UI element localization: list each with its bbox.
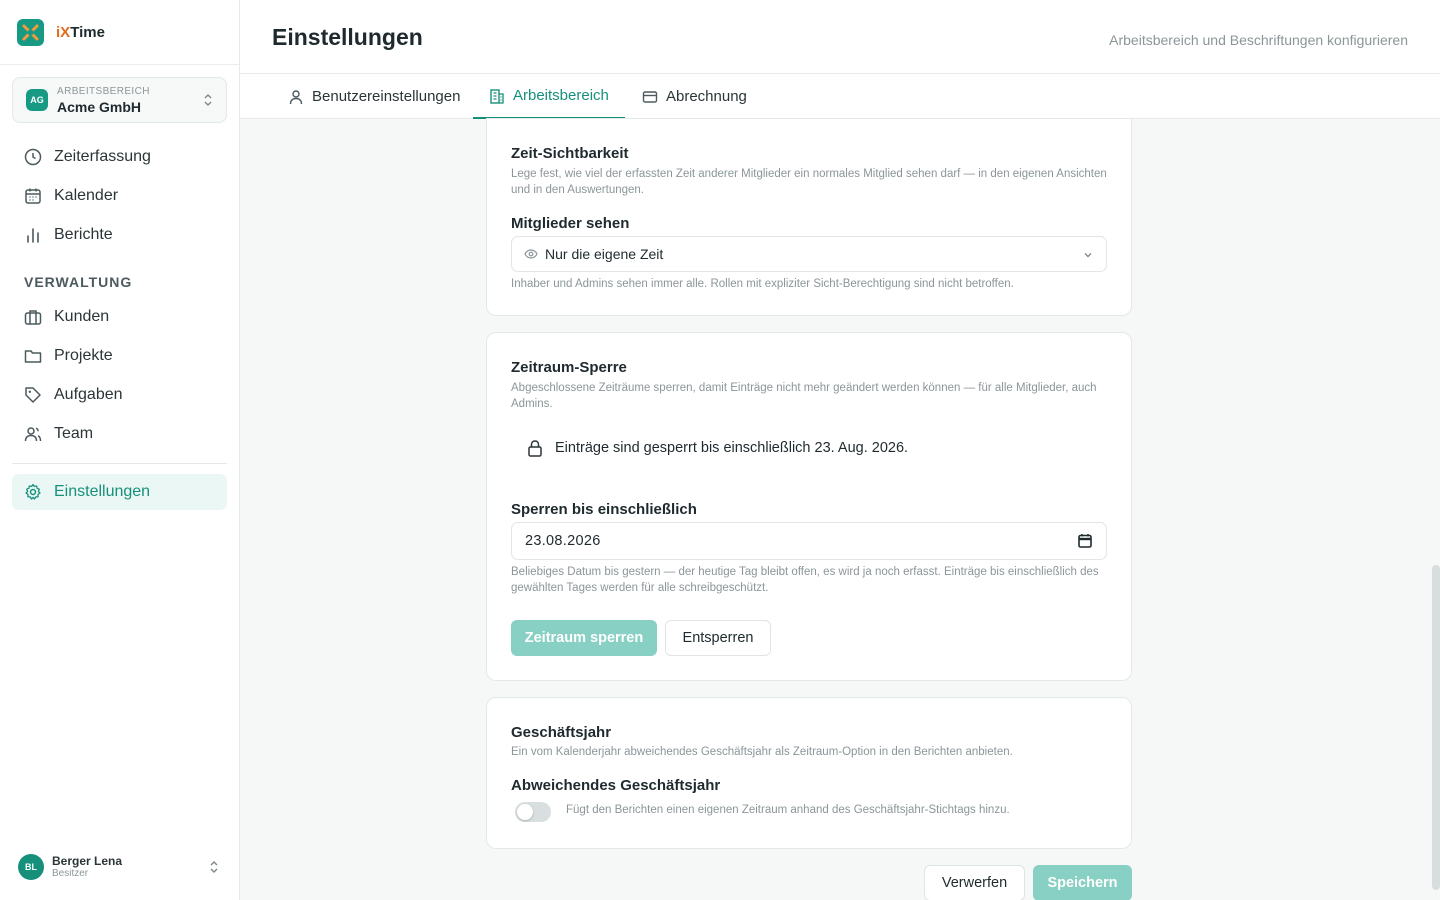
sidebar-item-kunden[interactable]: Kunden xyxy=(12,299,227,335)
sidebar-item-berichte[interactable]: Berichte xyxy=(12,217,227,253)
tab-label: Arbeitsbereich xyxy=(513,87,609,104)
sidebar-item-kalender[interactable]: Kalender xyxy=(12,178,227,214)
user-icon xyxy=(288,89,304,105)
fiscal-year-card: Geschäftsjahr Ein vom Kalenderjahr abwei… xyxy=(486,697,1132,849)
fiscal-toggle-label: Fügt den Berichten einen eigenen Zeitrau… xyxy=(566,804,1010,816)
settings-tabs: Benutzereinstellungen Arbeitsbereich Abr… xyxy=(240,74,1440,119)
building-icon xyxy=(489,88,505,104)
bar-chart-icon xyxy=(24,226,42,244)
tab-abrechnung[interactable]: Abrechnung xyxy=(626,74,763,119)
sidebar-item-team[interactable]: Team xyxy=(12,416,227,452)
visibility-card: Zeit-Sichtbarkeit Lege fest, wie viel de… xyxy=(486,118,1132,316)
lock-card: Zeitraum-Sperre Abgeschlossene Zeiträume… xyxy=(486,332,1132,681)
sidebar-item-projekte[interactable]: Projekte xyxy=(12,338,227,374)
nav-section-heading: VERWALTUNG xyxy=(24,274,133,290)
page-subtitle: Arbeitsbereich und Beschriftungen konfig… xyxy=(1109,32,1408,48)
calendar-icon xyxy=(24,187,42,205)
clock-icon xyxy=(24,148,42,166)
tab-label: Benutzereinstellungen xyxy=(312,88,461,105)
sidebar-item-label: Team xyxy=(54,425,94,442)
chevron-down-icon xyxy=(1082,248,1094,264)
visibility-hint: Inhaber und Admins sehen immer alle. Rol… xyxy=(511,278,1014,290)
workspace-label: ARBEITSBEREICH xyxy=(57,85,150,97)
scrollbar[interactable] xyxy=(1432,565,1440,890)
tab-arbeitsbereich[interactable]: Arbeitsbereich xyxy=(473,74,625,119)
tag-icon xyxy=(24,386,42,404)
workspace-switcher[interactable]: AG ARBEITSBEREICH Acme GmbH xyxy=(12,77,227,123)
lock-period-button[interactable]: Zeitraum sperren xyxy=(511,620,657,656)
tab-label: Abrechnung xyxy=(666,88,747,105)
visibility-description: Lege fest, wie viel der erfassten Zeit a… xyxy=(511,168,1107,196)
sidebar-item-label: Zeiterfassung xyxy=(54,148,151,165)
workspace-badge: AG xyxy=(26,89,48,111)
discard-button[interactable]: Verwerfen xyxy=(924,865,1025,900)
brand-name: iXTime xyxy=(56,23,105,41)
chevron-up-down-icon xyxy=(208,860,220,879)
lock-description: Abgeschlossene Zeiträume sperren, damit … xyxy=(511,382,1097,410)
nav-divider xyxy=(12,463,227,464)
fiscal-description: Ein vom Kalenderjahr abweichendes Geschä… xyxy=(511,746,1013,758)
lock-date-input[interactable]: 23.08.2026 xyxy=(511,522,1107,560)
lock-status-text: Einträge sind gesperrt bis einschließlic… xyxy=(555,440,909,456)
sidebar-item-label: Einstellungen xyxy=(54,483,151,500)
user-name: Berger Lena xyxy=(52,853,123,868)
sidebar-item-label: Projekte xyxy=(54,347,113,364)
briefcase-icon xyxy=(24,308,42,326)
page-title: Einstellungen xyxy=(272,24,423,50)
sidebar-item-label: Berichte xyxy=(54,226,113,243)
avatar: BL xyxy=(18,854,44,880)
lock-status: Einträge sind gesperrt bis einschließlic… xyxy=(527,439,908,457)
brand[interactable]: iXTime xyxy=(0,0,239,65)
tab-benutzereinstellungen[interactable]: Benutzereinstellungen xyxy=(272,74,476,119)
workspace-name: Acme GmbH xyxy=(57,98,142,115)
sidebar-item-label: Kalender xyxy=(54,187,119,204)
visibility-select-value: Nur die eigene Zeit xyxy=(545,246,664,262)
gear-icon xyxy=(24,483,42,501)
lock-field-label: Sperren bis einschließlich xyxy=(511,501,697,518)
sidebar-item-label: Aufgaben xyxy=(54,386,123,403)
page-header: Einstellungen Arbeitsbereich und Beschri… xyxy=(240,0,1440,74)
visibility-title: Zeit-Sichtbarkeit xyxy=(511,145,629,162)
lock-hint: Beliebiges Datum bis gestern — der heuti… xyxy=(511,566,1099,594)
calendar-icon[interactable] xyxy=(1078,533,1092,552)
user-role: Besitzer xyxy=(52,868,89,880)
eye-icon xyxy=(524,247,538,261)
sidebar-item-aufgaben[interactable]: Aufgaben xyxy=(12,377,227,413)
visibility-field-label: Mitglieder sehen xyxy=(511,215,630,232)
lock-title: Zeitraum-Sperre xyxy=(511,359,627,376)
user-menu[interactable]: BL Berger Lena Besitzer xyxy=(18,853,228,881)
sidebar-item-label: Kunden xyxy=(54,308,110,325)
visibility-select[interactable]: Nur die eigene Zeit xyxy=(511,236,1107,272)
users-icon xyxy=(24,425,42,443)
fiscal-field-label: Abweichendes Geschäftsjahr xyxy=(511,777,721,794)
lock-icon xyxy=(527,439,543,457)
fiscal-title: Geschäftsjahr xyxy=(511,724,612,741)
fiscal-year-toggle[interactable] xyxy=(515,802,551,822)
save-button[interactable]: Speichern xyxy=(1033,865,1132,900)
toggle-knob xyxy=(517,804,533,820)
unlock-button[interactable]: Entsperren xyxy=(665,620,771,656)
credit-card-icon xyxy=(642,89,658,105)
folder-icon xyxy=(24,347,42,365)
chevron-up-down-icon xyxy=(202,93,214,112)
sidebar-item-einstellungen[interactable]: Einstellungen xyxy=(12,474,227,510)
app-logo-icon xyxy=(17,18,44,46)
lock-date-value: 23.08.2026 xyxy=(525,533,601,549)
sidebar: iXTime AG ARBEITSBEREICH Acme GmbH Zeite… xyxy=(0,0,240,900)
sidebar-item-zeiterfassung[interactable]: Zeiterfassung xyxy=(12,139,227,175)
